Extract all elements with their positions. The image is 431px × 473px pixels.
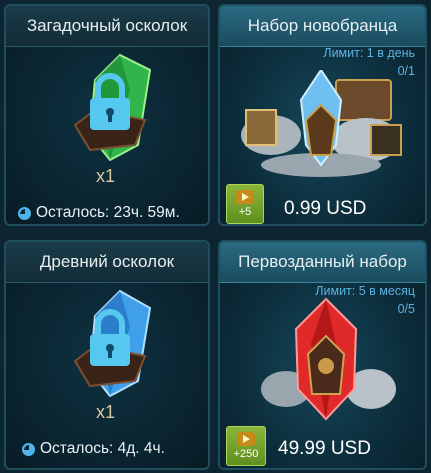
recruit-pack-image xyxy=(241,70,402,177)
ancient-shard-image xyxy=(73,289,152,398)
recruit-pack-limit-text: Лимит: 1 в день xyxy=(323,46,415,60)
recruit-pack-title: Набор новобранца xyxy=(220,6,425,47)
mysterious-shard-timer: Осталось: 23ч. 59м. xyxy=(18,204,180,222)
recruit-pack-card[interactable]: Набор новобранца Лимит: 1 в день 0/1 +5 … xyxy=(218,4,427,226)
primal-pack-bonus: +250 xyxy=(233,448,259,460)
clock-icon xyxy=(18,206,31,220)
ancient-shard-timer-text: Осталось: 4д. 4ч. xyxy=(40,440,165,457)
primal-pack-card[interactable]: Первозданный набор Лимит: 5 в месяц 0/5 … xyxy=(218,240,427,470)
recruit-pack-bonus-badge: +5 xyxy=(226,184,264,224)
mysterious-shard-title: Загадочный осколок xyxy=(6,6,208,47)
primal-pack-title: Первозданный набор xyxy=(220,242,425,283)
play-energy-icon xyxy=(237,432,255,446)
play-energy-icon xyxy=(236,190,254,204)
ancient-shard-count: x1 xyxy=(96,402,116,422)
ancient-shard-card[interactable]: Древний осколок x1 Осталось: 4д. 4ч. xyxy=(4,240,210,470)
ancient-shard-timer: Осталось: 4д. 4ч. xyxy=(22,440,165,458)
mysterious-shard-count: x1 xyxy=(96,166,116,186)
clock-icon xyxy=(22,442,35,456)
primal-pack-price-button[interactable]: 49.99 USD xyxy=(278,438,371,460)
mysterious-shard-card[interactable]: Загадочный осколок x1 Осталось: 23ч. 59м… xyxy=(4,4,210,226)
mysterious-shard-image xyxy=(73,53,152,162)
recruit-pack-price-button[interactable]: 0.99 USD xyxy=(284,198,366,220)
ancient-shard-title: Древний осколок xyxy=(6,242,208,283)
primal-pack-bonus-badge: +250 xyxy=(226,426,266,466)
recruit-pack-bonus: +5 xyxy=(238,206,252,218)
mysterious-shard-timer-text: Осталось: 23ч. 59м. xyxy=(36,204,180,221)
primal-pack-image xyxy=(261,297,396,421)
